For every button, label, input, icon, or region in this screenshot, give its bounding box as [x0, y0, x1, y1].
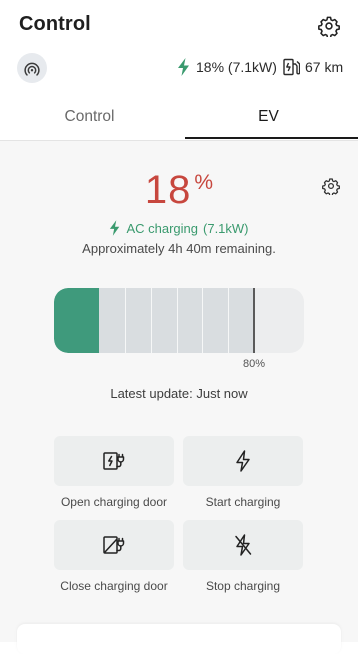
charging-power: (7.1kW) — [203, 220, 249, 236]
fuel-pump-icon — [283, 58, 300, 76]
soc-value: 18 — [144, 168, 192, 212]
tab-ev[interactable]: EV — [179, 94, 358, 140]
charge-status-text: 18% (7.1kW) — [196, 59, 277, 75]
latest-update: Latest update: Just now — [110, 386, 248, 401]
battery-segment-divider — [228, 288, 229, 353]
signal-icon — [24, 62, 40, 76]
lightning-icon — [236, 450, 250, 472]
page-title: Control — [19, 13, 91, 35]
battery-gauge — [54, 288, 304, 353]
remaining-time: Approximately 4h 40m remaining. — [82, 241, 276, 256]
lightning-icon — [110, 220, 120, 236]
gear-icon — [318, 16, 340, 37]
range-status: 67 km — [283, 57, 343, 77]
charging-status: AC charging (7.1kW) — [0, 220, 358, 236]
charge-status: 18% (7.1kW) — [177, 57, 277, 77]
lightning-icon — [178, 58, 189, 76]
range-text: 67 km — [305, 59, 344, 75]
start-charging-button[interactable] — [183, 436, 303, 486]
state-of-charge: 18% — [0, 168, 358, 213]
battery-segment-divider — [151, 288, 152, 353]
open-charging-door-label: Open charging door — [60, 495, 168, 509]
battery-segment-divider — [202, 288, 203, 353]
active-tab-indicator — [185, 137, 358, 139]
tab-bar: Control EV — [0, 94, 358, 141]
battery-segment-divider — [125, 288, 126, 353]
open-charging-door-button[interactable] — [54, 436, 174, 486]
soc-unit: % — [194, 171, 214, 194]
charging-text: AC charging — [126, 220, 199, 236]
lightning-off-icon — [235, 534, 252, 556]
stop-charging-button[interactable] — [183, 520, 303, 570]
close-charging-door-label: Close charging door — [60, 579, 168, 593]
battery-segment-divider — [177, 288, 178, 353]
close-charging-door-button[interactable] — [54, 520, 174, 570]
settings-button[interactable] — [316, 13, 342, 39]
charge-limit-marker[interactable] — [253, 288, 255, 353]
charge-limit-label: 80% — [243, 358, 266, 370]
battery-level-fill — [54, 288, 99, 353]
bottom-card — [17, 624, 341, 654]
stop-charging-label: Stop charging — [205, 579, 281, 593]
open-charging-door-icon — [103, 452, 125, 470]
start-charging-label: Start charging — [205, 495, 281, 509]
close-charging-door-icon — [103, 536, 125, 554]
connection-button[interactable] — [17, 53, 47, 83]
tab-control[interactable]: Control — [0, 94, 179, 140]
